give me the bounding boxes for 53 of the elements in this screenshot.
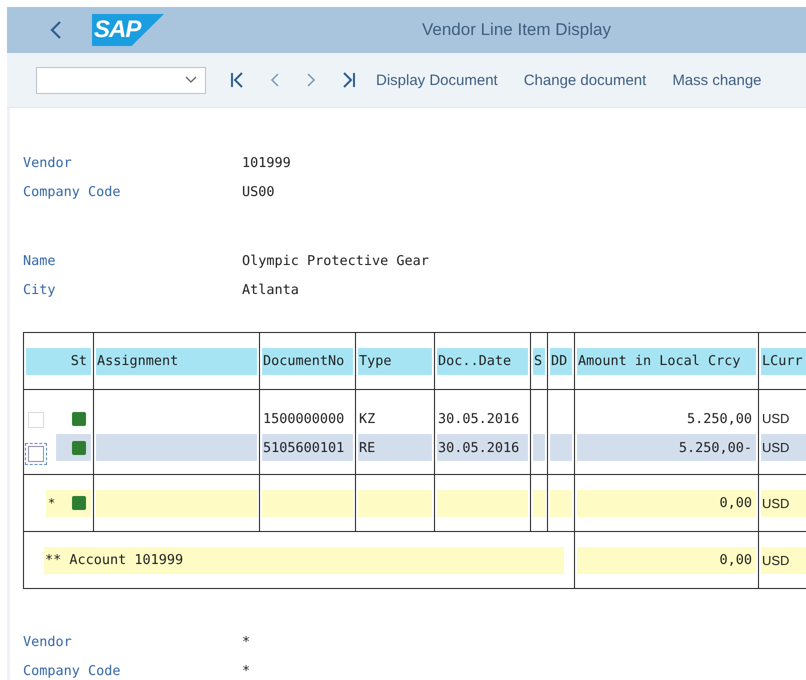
column-header[interactable]: LCurr: [761, 348, 806, 374]
column-header[interactable]: Doc..Date: [437, 348, 528, 374]
field-label: Company Code: [23, 662, 122, 678]
table-cell-text: 5.250,00: [686, 410, 753, 428]
dropdown-field[interactable]: [36, 66, 206, 94]
column-header[interactable]: Amount in Local Crcy: [577, 348, 756, 374]
previous-icon[interactable]: [270, 72, 280, 88]
column-header[interactable]: Assignment: [96, 348, 257, 374]
toolbar-button[interactable]: Mass change: [666, 68, 768, 92]
table-cell: 5105600101: [262, 434, 353, 461]
field-label: Name: [23, 252, 57, 268]
table-cell: 0,00: [577, 546, 756, 574]
table-cell: USD: [761, 490, 806, 516]
column-header[interactable]: DocumentNo: [262, 348, 353, 374]
table-cell: USD: [761, 546, 806, 574]
table-cell: 5.250,00-: [577, 434, 756, 461]
next-icon[interactable]: [306, 72, 316, 88]
table-cell-text: 1500000000: [262, 410, 346, 428]
field-label: Vendor: [23, 634, 73, 650]
table-cell: 0,00: [577, 490, 756, 516]
table-cell-text: 30.05.2016: [437, 410, 520, 428]
field-value: *: [242, 662, 250, 678]
table-cell-text: USD: [761, 410, 790, 428]
back-icon[interactable]: [50, 21, 62, 39]
table-cell: 30.05.2016: [437, 434, 528, 461]
table-cell: [550, 434, 572, 461]
field-label: Company Code: [23, 184, 122, 200]
field-label: Vendor: [23, 154, 73, 170]
table-cell: RE: [358, 434, 432, 461]
table-cell: USD: [761, 434, 806, 461]
sap-logo: SAP: [92, 14, 164, 46]
chevron-down-icon: [185, 76, 197, 84]
table-cell: [533, 434, 545, 461]
column-header[interactable]: DD: [550, 348, 572, 374]
column-header[interactable]: St: [26, 348, 91, 374]
field-value: Olympic Protective Gear: [242, 252, 429, 268]
toolbar-button[interactable]: Change document: [518, 68, 652, 92]
toolbar-button[interactable]: Display Document: [370, 68, 504, 92]
field-label: City: [23, 282, 57, 298]
total-label: ** Account 101999: [44, 546, 564, 574]
column-header[interactable]: Type: [358, 348, 432, 374]
table-cell: [533, 490, 545, 516]
window-title: Vendor Line Item Display: [422, 20, 611, 40]
table-cell: [550, 490, 572, 516]
first-page-icon[interactable]: [230, 72, 244, 88]
field-value: US00: [242, 184, 275, 200]
table-cell-text: KZ: [358, 410, 376, 428]
column-header[interactable]: S: [533, 348, 545, 374]
field-value: 101999: [242, 154, 291, 170]
last-page-icon[interactable]: [342, 72, 356, 88]
field-value: *: [242, 634, 250, 650]
field-value: Atlanta: [242, 282, 299, 298]
subtotal-marker: *: [48, 496, 56, 510]
